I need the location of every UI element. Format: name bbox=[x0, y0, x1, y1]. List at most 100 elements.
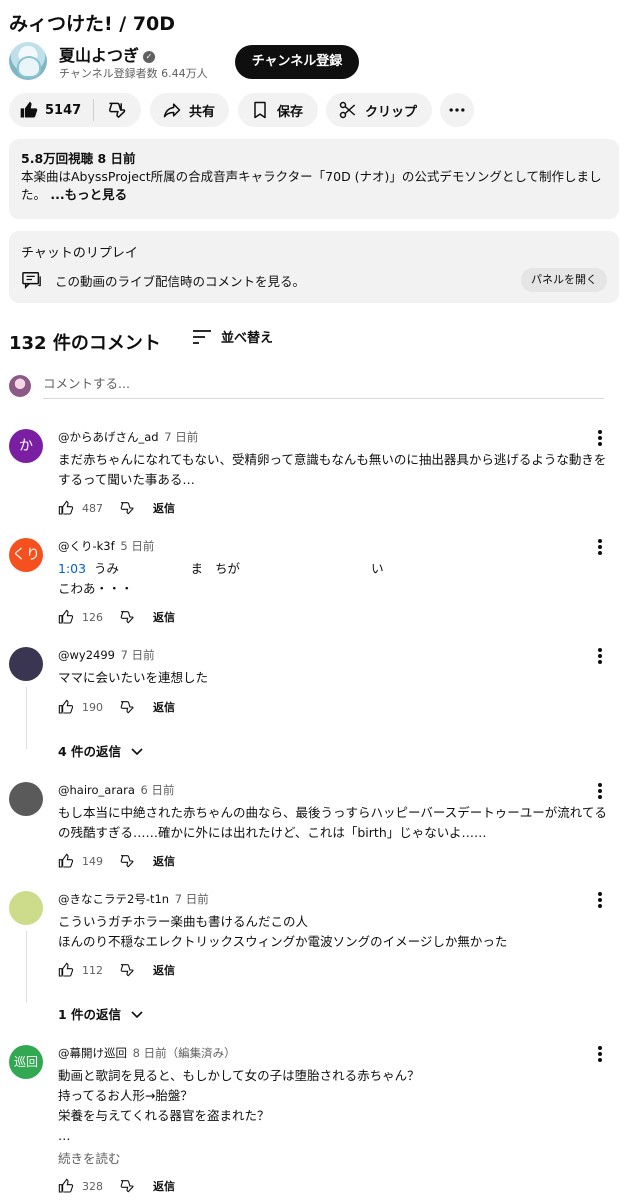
dislike-button[interactable] bbox=[94, 93, 140, 127]
reply-button[interactable]: 返信 bbox=[153, 1178, 175, 1194]
comment-author[interactable]: @きなこラテ2号-t1n bbox=[58, 892, 169, 906]
sort-icon bbox=[193, 329, 211, 344]
thumbs-down-icon[interactable] bbox=[119, 1178, 135, 1194]
chevron-down-icon bbox=[131, 1010, 143, 1018]
comment-author[interactable]: @wy2499 bbox=[58, 648, 115, 662]
add-comment-input[interactable]: コメントする... bbox=[43, 375, 604, 399]
comment-author[interactable]: @hairo_arara bbox=[58, 783, 135, 797]
comment-actions: 149 返信 bbox=[58, 851, 175, 871]
save-button[interactable]: 保存 bbox=[238, 93, 318, 127]
view-count-date: 5.8万回視聴 8 日前 bbox=[21, 151, 136, 166]
thumbs-up-icon[interactable] bbox=[58, 1178, 74, 1194]
view-replies-button[interactable]: 1 件の返信 bbox=[58, 1004, 145, 1023]
comment-avatar[interactable] bbox=[9, 782, 43, 816]
comment-item: @きなこラテ2号-t1n 7 日前 こういうガチホラー楽曲も書けるんだこの人 ほ… bbox=[9, 891, 619, 1026]
chat-icon bbox=[22, 272, 41, 290]
comment-time[interactable]: 7 日前 bbox=[175, 892, 209, 906]
comment-avatar[interactable] bbox=[9, 647, 43, 681]
comment-like-count: 149 bbox=[82, 854, 103, 868]
thumbs-down-icon[interactable] bbox=[119, 853, 135, 869]
thumbs-up-icon[interactable] bbox=[58, 853, 74, 869]
more-vertical-icon[interactable] bbox=[592, 429, 608, 447]
share-button[interactable]: 共有 bbox=[150, 93, 229, 127]
comment-like-count: 126 bbox=[82, 610, 103, 624]
thumbs-down-icon[interactable] bbox=[119, 962, 135, 978]
reply-button[interactable]: 返信 bbox=[153, 962, 175, 978]
like-dislike-group: 5147 bbox=[9, 93, 141, 127]
scissors-icon bbox=[339, 101, 356, 119]
comment-author[interactable]: @くり-k3f bbox=[58, 539, 115, 553]
reply-button[interactable]: 返信 bbox=[153, 500, 175, 516]
comment-actions: 112 返信 bbox=[58, 960, 175, 980]
comment-item: 巡回 @幕開け巡回 8 日前（編集済み） 動画と歌詞を見ると、もしかして女の子は… bbox=[9, 1045, 619, 1195]
description-body: 本楽曲はAbyssProject所属の合成音声キャラクター「70D (ナオ)」の… bbox=[21, 168, 607, 204]
reply-button[interactable]: 返信 bbox=[153, 699, 175, 715]
thumbs-down-icon[interactable] bbox=[119, 699, 135, 715]
thumbs-up-icon[interactable] bbox=[58, 500, 74, 516]
subscribe-button[interactable]: チャンネル登録 bbox=[235, 45, 359, 79]
channel-name[interactable]: 夏山よつぎ bbox=[59, 46, 139, 65]
more-vertical-icon[interactable] bbox=[592, 782, 608, 800]
more-horizontal-icon bbox=[449, 108, 465, 112]
like-count: 5147 bbox=[45, 102, 82, 118]
open-panel-button[interactable]: パネルを開く bbox=[521, 268, 607, 292]
comment-text: うみ ま ちが い こわあ・・・ bbox=[58, 561, 384, 596]
comment-time[interactable]: 6 日前 bbox=[141, 783, 175, 797]
thumbs-up-icon[interactable] bbox=[58, 609, 74, 625]
comment-header: @hairo_arara 6 日前 bbox=[58, 782, 175, 798]
comment-avatar[interactable]: か bbox=[9, 429, 43, 463]
show-more-link[interactable]: ...もっと見る bbox=[46, 187, 127, 202]
timestamp-link[interactable]: 1:03 bbox=[58, 561, 86, 576]
comment-time[interactable]: 7 日前 bbox=[164, 430, 198, 444]
comment-item: くり @くり-k3f 5 日前 1:03 うみ ま ちが い こわあ・・・ 12… bbox=[9, 538, 619, 633]
chat-replay-box: チャットのリプレイ この動画のライブ配信時のコメントを見る。 パネルを開く bbox=[9, 231, 619, 303]
sort-button[interactable]: 並べ替え bbox=[191, 327, 273, 346]
clip-button[interactable]: クリップ bbox=[326, 93, 432, 127]
comment-avatar[interactable]: くり bbox=[9, 538, 43, 572]
thumbs-down-icon[interactable] bbox=[119, 609, 135, 625]
thumbs-up-icon[interactable] bbox=[58, 962, 74, 978]
comment-text: こういうガチホラー楽曲も書けるんだこの人 ほんのり不穏なエレクトリックスウィング… bbox=[58, 914, 508, 949]
verified-icon: ✓ bbox=[143, 51, 156, 63]
like-button[interactable]: 5147 bbox=[9, 93, 93, 127]
more-vertical-icon[interactable] bbox=[592, 538, 608, 556]
comment-text: ママに会いたいを連想した bbox=[58, 670, 209, 685]
thumbs-down-icon[interactable] bbox=[119, 500, 135, 516]
comment-time[interactable]: 8 日前（編集済み） bbox=[133, 1046, 236, 1060]
read-more-link[interactable]: 続きを読む bbox=[58, 1148, 121, 1167]
reply-button[interactable]: 返信 bbox=[153, 609, 175, 625]
comment-item: か @からあげさん_ad 7 日前 まだ赤ちゃんになれてもない、受精卵って意識も… bbox=[9, 429, 619, 529]
comment-time[interactable]: 5 日前 bbox=[120, 539, 154, 553]
channel-avatar[interactable] bbox=[9, 42, 47, 80]
comment-text: まだ赤ちゃんになれてもない、受精卵って意識もなんも無いのに抽出器具から逃げるよう… bbox=[58, 452, 607, 487]
bookmark-icon bbox=[254, 101, 266, 119]
comment-actions: 190 返信 bbox=[58, 697, 175, 717]
comment-avatar[interactable] bbox=[9, 891, 43, 925]
share-icon bbox=[163, 103, 181, 118]
more-vertical-icon[interactable] bbox=[592, 647, 608, 665]
thread-line bbox=[26, 687, 27, 749]
more-actions-button[interactable] bbox=[440, 93, 474, 127]
comment-header: @wy2499 7 日前 bbox=[58, 647, 155, 663]
comment-time[interactable]: 7 日前 bbox=[121, 648, 155, 662]
description-box[interactable]: 5.8万回視聴 8 日前 本楽曲はAbyssProject所属の合成音声キャラク… bbox=[9, 139, 619, 219]
thumbs-down-icon bbox=[109, 102, 126, 119]
chat-replay-title: チャットのリプレイ bbox=[21, 246, 138, 261]
channel-name-wrap[interactable]: 夏山よつぎ ✓ bbox=[59, 42, 156, 66]
comment-avatar[interactable]: 巡回 bbox=[9, 1045, 43, 1079]
reply-button[interactable]: 返信 bbox=[153, 853, 175, 869]
action-bar: 5147 共有 保存 クリップ bbox=[9, 93, 624, 127]
chat-replay-text: この動画のライブ配信時のコメントを見る。 bbox=[55, 274, 306, 289]
view-replies-button[interactable]: 4 件の返信 bbox=[58, 741, 145, 760]
comment-like-count: 328 bbox=[82, 1179, 103, 1193]
more-vertical-icon[interactable] bbox=[592, 891, 608, 909]
channel-row: 夏山よつぎ ✓ チャンネル登録者数 6.44万人 チャンネル登録 bbox=[9, 42, 619, 82]
comment-author[interactable]: @からあげさん_ad bbox=[58, 430, 159, 444]
more-vertical-icon[interactable] bbox=[592, 1045, 608, 1063]
thumbs-up-icon[interactable] bbox=[58, 699, 74, 715]
thread-line bbox=[26, 931, 27, 1003]
comment-like-count: 487 bbox=[82, 501, 103, 515]
replies-count: 1 件の返信 bbox=[58, 1007, 122, 1022]
comment-header: @きなこラテ2号-t1n 7 日前 bbox=[58, 891, 209, 907]
comment-author[interactable]: @幕開け巡回 bbox=[58, 1046, 127, 1060]
